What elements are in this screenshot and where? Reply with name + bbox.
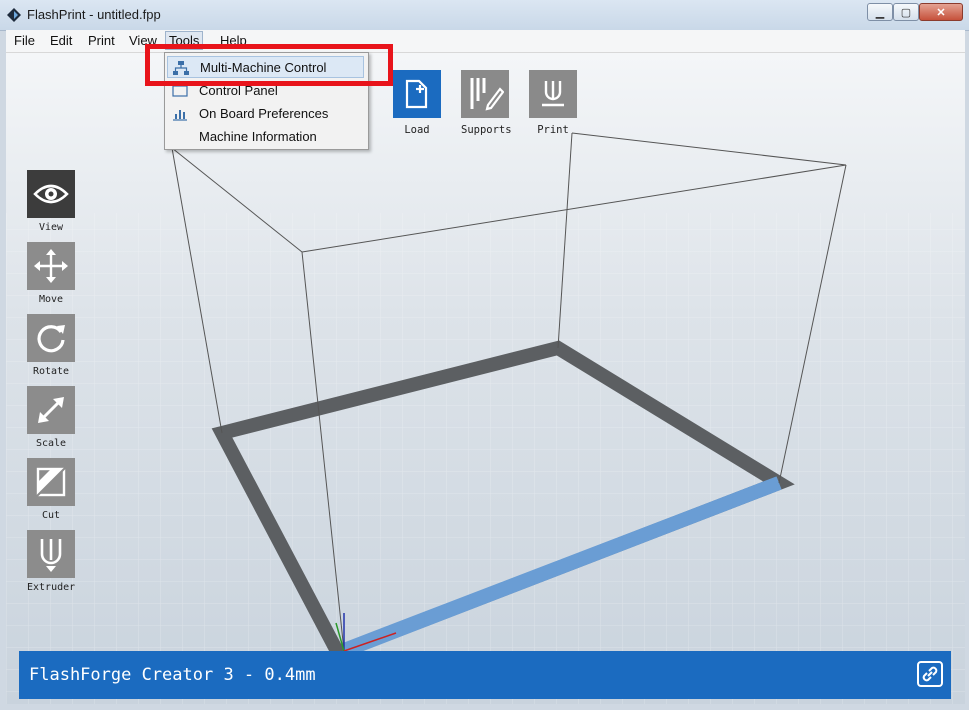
build-volume-scene xyxy=(6,132,965,704)
supports-button[interactable]: Supports xyxy=(461,70,512,136)
print-button[interactable]: Print xyxy=(529,70,577,136)
floor-grid xyxy=(6,213,965,704)
rotate-tile xyxy=(27,314,75,362)
cut-icon xyxy=(35,466,67,498)
extruder-button[interactable]: Extruder xyxy=(27,530,75,593)
menu-item-label: Machine Information xyxy=(199,129,317,144)
close-icon: ✕ xyxy=(936,6,946,19)
close-button[interactable]: ✕ xyxy=(919,3,963,21)
supports-label: Supports xyxy=(461,124,512,136)
rotate-icon xyxy=(37,325,65,353)
file-add-icon xyxy=(405,79,428,109)
print-tile xyxy=(529,70,577,118)
rotate-button[interactable]: Rotate xyxy=(27,314,75,377)
annotation-highlight-box xyxy=(145,44,393,86)
menu-print[interactable]: Print xyxy=(86,33,117,48)
build-plate-viewport[interactable]: Load Supports Print View Move Rotate Sca… xyxy=(6,53,965,704)
scale-button[interactable]: Scale xyxy=(27,386,75,449)
move-icon xyxy=(34,249,68,283)
link-icon xyxy=(922,666,938,682)
window-title: FlashPrint - untitled.fpp xyxy=(27,7,161,22)
load-tile xyxy=(393,70,441,118)
load-label: Load xyxy=(404,124,430,136)
move-tile xyxy=(27,242,75,290)
maximize-button[interactable]: ▢ xyxy=(893,3,919,21)
machine-status-bar: FlashForge Creator 3 - 0.4mm xyxy=(19,651,951,699)
maximize-icon: ▢ xyxy=(900,6,912,19)
menu-item-machine-information[interactable]: Machine Information xyxy=(167,126,364,148)
menu-item-label: On Board Preferences xyxy=(199,106,329,121)
eye-icon xyxy=(33,184,69,204)
view-label: View xyxy=(38,222,64,233)
cut-tile xyxy=(27,458,75,506)
print-label: Print xyxy=(537,124,569,136)
scale-tile xyxy=(27,386,75,434)
move-button[interactable]: Move xyxy=(27,242,75,305)
cut-label: Cut xyxy=(41,510,61,521)
load-button[interactable]: Load xyxy=(393,70,441,136)
control-panel-icon xyxy=(172,85,188,97)
supports-icon xyxy=(470,78,504,111)
cut-button[interactable]: Cut xyxy=(27,458,75,521)
title-bar: FlashPrint - untitled.fpp ▁ ▢ ✕ xyxy=(0,0,969,31)
menu-file[interactable]: File xyxy=(12,33,37,48)
extruder-label: Extruder xyxy=(27,582,76,593)
scale-label: Scale xyxy=(35,438,67,449)
scale-icon xyxy=(38,397,64,423)
connect-machine-button[interactable] xyxy=(917,661,943,687)
extruder-icon xyxy=(40,539,62,572)
rotate-label: Rotate xyxy=(32,366,70,377)
extruder-tile xyxy=(27,530,75,578)
menu-item-on-board-preferences[interactable]: On Board Preferences xyxy=(167,103,364,125)
supports-tile xyxy=(461,70,509,118)
machine-name: FlashForge Creator 3 - 0.4mm xyxy=(29,665,316,685)
minimize-button[interactable]: ▁ xyxy=(867,3,893,21)
move-label: Move xyxy=(38,294,64,305)
chart-icon xyxy=(173,110,187,121)
flashprint-app-icon xyxy=(7,8,21,22)
minimize-icon: ▁ xyxy=(875,6,885,19)
view-button[interactable]: View xyxy=(27,170,75,233)
view-tile xyxy=(27,170,75,218)
print-icon xyxy=(542,81,564,107)
menu-edit[interactable]: Edit xyxy=(48,33,74,48)
